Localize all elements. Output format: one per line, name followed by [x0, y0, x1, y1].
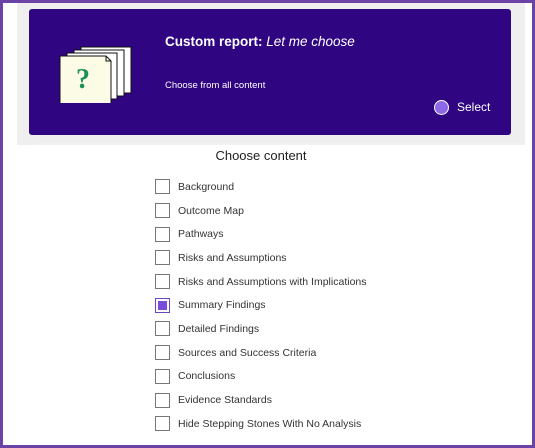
- content-option[interactable]: Conclusions: [155, 365, 367, 389]
- content-option-label[interactable]: Risks and Assumptions: [178, 252, 287, 264]
- stacked-documents-question-icon: ?: [59, 46, 132, 103]
- report-title-emphasis: Let me choose: [266, 34, 355, 49]
- checkbox[interactable]: [155, 203, 170, 219]
- content-option-label[interactable]: Outcome Map: [178, 205, 244, 217]
- checkbox[interactable]: [155, 321, 170, 337]
- checkbox-checkmark-fill: [158, 300, 167, 310]
- content-option-label[interactable]: Background: [178, 181, 234, 193]
- checkbox[interactable]: [155, 179, 170, 195]
- divider: [35, 143, 525, 145]
- content-option[interactable]: Summary Findings: [155, 293, 367, 317]
- content-option-label[interactable]: Detailed Findings: [178, 323, 259, 335]
- content-option-label[interactable]: Evidence Standards: [178, 394, 272, 406]
- svg-text:?: ?: [76, 64, 90, 95]
- content-option-label[interactable]: Summary Findings: [178, 299, 266, 311]
- select-radio[interactable]: [434, 99, 449, 115]
- content-option[interactable]: Risks and Assumptions: [155, 246, 367, 270]
- content-option-label[interactable]: Pathways: [178, 228, 224, 240]
- checkbox[interactable]: [155, 250, 170, 266]
- select-label[interactable]: Select: [457, 100, 490, 114]
- content-option[interactable]: Background: [155, 175, 367, 199]
- checkbox[interactable]: [155, 297, 170, 313]
- content-option[interactable]: Hide Stepping Stones With No Analysis: [155, 412, 367, 436]
- checkbox[interactable]: [155, 416, 170, 432]
- content-option[interactable]: Risks and Assumptions with Implications: [155, 270, 367, 294]
- checkbox[interactable]: [155, 274, 170, 290]
- content-option[interactable]: Evidence Standards: [155, 388, 367, 412]
- checkbox[interactable]: [155, 392, 170, 408]
- checkbox[interactable]: [155, 368, 170, 384]
- content-option[interactable]: Outcome Map: [155, 199, 367, 223]
- content-option[interactable]: Sources and Success Criteria: [155, 341, 367, 365]
- report-subtitle: Choose from all content: [165, 80, 266, 91]
- report-title-strong: Custom report:: [165, 34, 263, 49]
- report-title: Custom report: Let me choose: [165, 34, 355, 49]
- select-option[interactable]: Select: [434, 97, 490, 117]
- content-option-label[interactable]: Risks and Assumptions with Implications: [178, 276, 367, 288]
- choose-content-heading: Choose content: [215, 148, 307, 163]
- content-option-label[interactable]: Conclusions: [178, 370, 235, 382]
- checkbox[interactable]: [155, 345, 170, 361]
- content-options-list: Background Outcome Map Pathways Risks and A…: [155, 175, 367, 436]
- content-option[interactable]: Pathways: [155, 222, 367, 246]
- checkbox[interactable]: [155, 226, 170, 242]
- content-option-label[interactable]: Hide Stepping Stones With No Analysis: [178, 418, 361, 430]
- custom-report-card[interactable]: ? Custom report: Let me choose Choose fr…: [29, 9, 511, 135]
- content-option-label[interactable]: Sources and Success Criteria: [178, 347, 316, 359]
- content-option[interactable]: Detailed Findings: [155, 317, 367, 341]
